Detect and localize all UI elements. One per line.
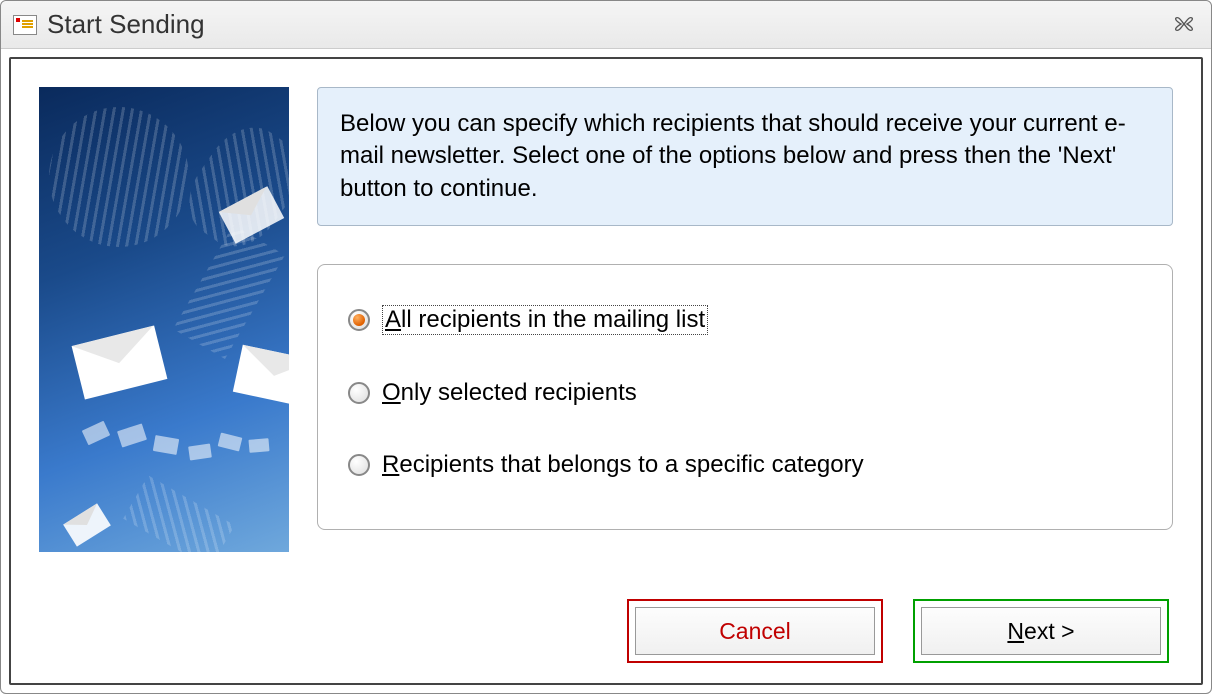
dialog-window: Start Sending — [0, 0, 1212, 694]
recipient-options-group: All recipients in the mailing list Only … — [317, 264, 1173, 530]
wizard-sidebar-image — [39, 87, 289, 552]
cancel-button[interactable]: Cancel — [635, 607, 875, 655]
radio-by-category[interactable]: Recipients that belongs to a specific ca… — [348, 451, 1142, 479]
radio-icon — [348, 454, 370, 476]
radio-icon — [348, 309, 370, 331]
radio-all-recipients[interactable]: All recipients in the mailing list — [348, 305, 1142, 335]
radio-label: All recipients in the mailing list — [382, 305, 708, 335]
cancel-button-highlight: Cancel — [627, 599, 883, 663]
dialog-content: Below you can specify which recipients t… — [9, 57, 1203, 685]
radio-only-selected[interactable]: Only selected recipients — [348, 379, 1142, 407]
button-label: Cancel — [719, 618, 791, 645]
next-button-highlight: Next > — [913, 599, 1169, 663]
radio-label: Only selected recipients — [382, 379, 637, 407]
radio-label: Recipients that belongs to a specific ca… — [382, 451, 864, 479]
app-icon — [13, 15, 37, 35]
window-title: Start Sending — [47, 9, 205, 40]
close-icon[interactable] — [1173, 15, 1195, 33]
titlebar: Start Sending — [1, 1, 1211, 49]
radio-icon — [348, 382, 370, 404]
next-button[interactable]: Next > — [921, 607, 1161, 655]
button-label: Next > — [1007, 618, 1074, 645]
info-panel: Below you can specify which recipients t… — [317, 87, 1173, 226]
dialog-button-row: Cancel Next > — [39, 599, 1173, 663]
